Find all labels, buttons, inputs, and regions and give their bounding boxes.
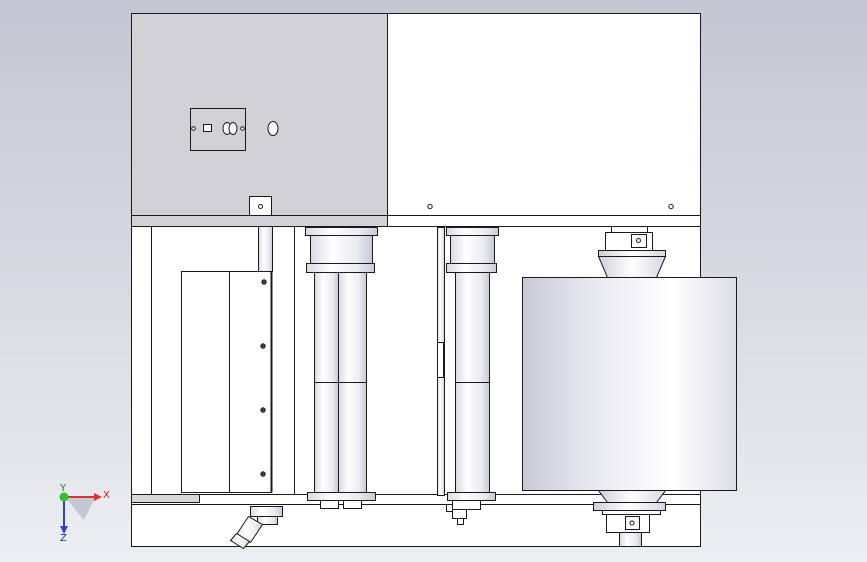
mount-hole (427, 203, 433, 210)
x-axis-label: X (103, 490, 110, 501)
triad-shadow (64, 496, 96, 520)
vertical-pipe (258, 226, 273, 272)
indicator-lamp (267, 121, 279, 136)
side-housing (181, 271, 273, 493)
panel-bracket (249, 196, 272, 216)
cad-viewport[interactable]: X Y Z (0, 0, 867, 562)
control-cabinet-panel (131, 13, 388, 227)
cad-model-view[interactable]: X Y Z (0, 0, 867, 562)
toggle-switch (203, 124, 212, 132)
y-axis-label: Y (59, 483, 67, 494)
x-axis-arrow-icon (94, 493, 102, 501)
mount-hole (668, 203, 674, 210)
z-axis-label: Z (60, 533, 67, 544)
roller-assembly-1 (305, 227, 378, 509)
large-drum (522, 277, 737, 491)
switch-plate (190, 108, 246, 151)
axis-triad[interactable]: X Y Z (59, 483, 110, 544)
upper-right-panel (387, 13, 701, 227)
